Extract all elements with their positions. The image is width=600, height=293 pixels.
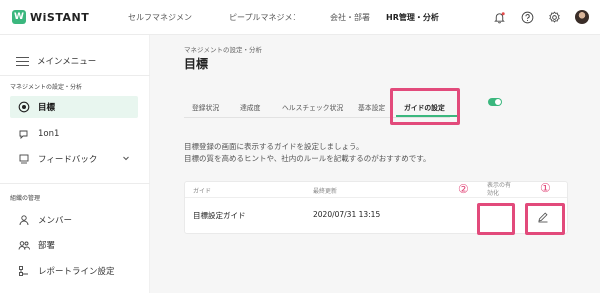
sidebar-item-1on1[interactable]: 1on1 <box>10 123 138 145</box>
description: 目標登録の画面に表示するガイドを設定しましょう。 目標の質を高めるヒントや、社内… <box>184 141 431 165</box>
nav-self-management[interactable]: セルフマネジメント <box>128 12 194 23</box>
sidebar-divider <box>0 75 150 76</box>
target-icon <box>18 101 30 113</box>
sidebar-item-label: 部署 <box>38 241 56 251</box>
main-menu-toggle[interactable]: メインメニュー <box>16 55 96 67</box>
chat-icon <box>19 130 28 140</box>
tab-achievement[interactable]: 達成度 <box>240 102 260 112</box>
nav-people-management[interactable]: ピープルマネジメント <box>229 12 295 23</box>
description-line: 目標の質を高めるヒントや、社内のルールを記載するのがおすすめです。 <box>184 154 431 163</box>
hamburger-icon <box>16 56 29 66</box>
column-header-guide: ガイド <box>193 188 212 195</box>
updated-date: 2020/07/31 13:15 <box>313 210 381 219</box>
sidebar-item-label: 1on1 <box>38 129 60 139</box>
page-title: 目標 <box>184 57 209 71</box>
reportline-icon <box>19 266 28 276</box>
logo-text: WiSTANT <box>30 10 90 24</box>
enable-toggle[interactable] <box>488 98 502 106</box>
gear-icon[interactable] <box>548 11 561 24</box>
logo[interactable]: W WiSTANT <box>12 10 89 24</box>
annotation-highlight-tab <box>390 88 460 125</box>
sidebar-divider <box>0 183 150 184</box>
logo-mark: W <box>12 10 26 24</box>
annotation-marker-1: ① <box>540 181 551 195</box>
avatar[interactable] <box>575 10 589 24</box>
bell-icon[interactable] <box>493 11 506 24</box>
tab-registration-status[interactable]: 登録状況 <box>192 102 219 112</box>
annotation-highlight-edit <box>525 203 565 235</box>
sidebar-item-label: 目標 <box>38 103 56 113</box>
help-icon[interactable] <box>521 11 534 24</box>
main-menu-label: メインメニュー <box>37 57 97 67</box>
group-icon <box>18 241 30 250</box>
sidebar-item-goals[interactable]: 目標 <box>10 96 138 118</box>
sidebar-item-departments[interactable]: 部署 <box>10 234 138 256</box>
sidebar-item-feedback[interactable]: フィードバック <box>10 148 138 170</box>
sidebar-item-report-line[interactable]: レポートライン設定 <box>10 260 138 282</box>
column-header-updated: 最終更新 <box>313 188 338 195</box>
main-content: マネジメントの設定・分析 目標 登録状況 達成度 ヘルスチェック状況 基本設定 … <box>150 35 600 293</box>
chevron-down-icon[interactable] <box>122 154 130 162</box>
sidebar-item-members[interactable]: メンバー <box>10 209 138 231</box>
feedback-icon <box>19 154 29 164</box>
description-line: 目標登録の画面に表示するガイドを設定しましょう。 <box>184 142 364 151</box>
sidebar: メインメニュー マネジメントの設定・分析 目標 1on1 フィードバック 組織の… <box>0 35 150 293</box>
top-bar: W WiSTANT セルフマネジメント ピープルマネジメント 会社・部署 HR管… <box>0 0 600 35</box>
tab-basic-settings[interactable]: 基本設定 <box>358 102 385 112</box>
column-header-enabled: 表示の有効化 <box>487 182 512 197</box>
guide-name: 目標設定ガイド <box>193 211 246 220</box>
annotation-marker-2: ② <box>458 182 469 196</box>
tab-health-check[interactable]: ヘルスチェック状況 <box>282 102 343 112</box>
sidebar-item-label: フィードバック <box>38 155 98 165</box>
table-header: ガイド 最終更新 表示の有効化 <box>185 182 567 198</box>
sidebar-item-label: レポートライン設定 <box>38 267 115 277</box>
person-icon <box>19 215 29 226</box>
nav-hr-analytics[interactable]: HR管理・分析 <box>386 12 439 23</box>
nav-company-department[interactable]: 会社・部署 <box>330 12 370 23</box>
annotation-highlight-toggle <box>477 203 515 235</box>
breadcrumb[interactable]: マネジメントの設定・分析 <box>184 44 262 54</box>
section-label-organization: 組織の管理 <box>10 195 41 202</box>
sidebar-item-label: メンバー <box>38 216 73 226</box>
section-label-management: マネジメントの設定・分析 <box>10 84 83 91</box>
